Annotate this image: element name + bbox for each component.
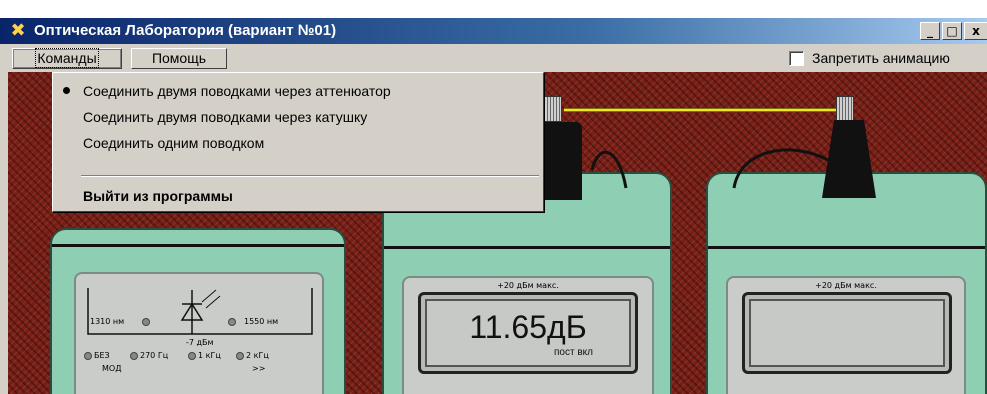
mode-label-1: 270 Гц <box>140 351 169 360</box>
mode-label-2: 1 кГц <box>198 351 221 360</box>
menu-item-connect-single[interactable]: Соединить одним поводком <box>83 134 264 152</box>
app-cross-icon: ✖ <box>10 20 26 41</box>
laser-diode-icon <box>180 289 221 334</box>
help-menu-button[interactable]: Помощь <box>131 48 227 69</box>
maximize-button[interactable]: □ <box>942 22 962 40</box>
commands-menu-label: Команды <box>35 48 99 68</box>
device-divider <box>52 244 344 247</box>
mode-label-3: 2 кГц <box>246 351 269 360</box>
meter-2-panel: +20 дБм макс. <box>726 276 966 394</box>
mode-led-3[interactable] <box>236 352 244 360</box>
source-panel: 1310 нм 1550 нм -7 дБм БЕЗ 270 Гц 1 кГц … <box>74 272 324 394</box>
window-title: Оптическая Лаборатория (вариант №01) <box>34 22 337 39</box>
disable-animation-checkbox[interactable] <box>789 51 804 66</box>
window-titlebar: ✖ Оптическая Лаборатория (вариант №01) _… <box>0 18 987 44</box>
optical-meter-device-2: +20 дБм макс. <box>706 172 987 394</box>
mode-led-1[interactable] <box>130 352 138 360</box>
meter-1-cable-loop <box>590 150 628 189</box>
optical-source-device: 1310 нм 1550 нм -7 дБм БЕЗ 270 Гц 1 кГц … <box>50 228 346 394</box>
menu-item-connect-coil[interactable]: Соединить двумя поводками через катушку <box>83 108 367 126</box>
wavelength-1550-led[interactable] <box>228 318 236 326</box>
menu-separator <box>81 175 539 177</box>
menu-bar: Команды Помощь Запретить анимацию <box>0 44 987 72</box>
commands-dropdown-menu: Соединить двумя поводками через аттенюат… <box>52 72 544 212</box>
meter-2-max-label: +20 дБм макс. <box>815 281 877 290</box>
meter-1-max-label: +20 дБм макс. <box>497 281 559 290</box>
source-power-label: -7 дБм <box>186 338 214 347</box>
device-divider <box>708 246 985 249</box>
close-button[interactable]: x <box>964 22 987 40</box>
menu-item-exit[interactable]: Выйти из программы <box>83 187 233 205</box>
fiber-patchcord[interactable] <box>564 108 836 112</box>
mode-led-0[interactable] <box>84 352 92 360</box>
meter-2-display-screen <box>749 299 945 367</box>
meter-2-display <box>742 292 952 374</box>
wavelength-1310-led[interactable] <box>142 318 150 326</box>
device-divider <box>384 246 670 249</box>
menu-item-connect-attenuator[interactable]: Соединить двумя поводками через аттенюат… <box>83 82 391 100</box>
meter-1-display: 11.65дБ пост вкл <box>418 292 638 374</box>
mode-led-2[interactable] <box>188 352 196 360</box>
meter-2-cable-loop <box>732 148 829 189</box>
wavelength-1310-label: 1310 нм <box>90 317 125 326</box>
wavelength-1550-label: 1550 нм <box>244 317 279 326</box>
meter-1-connector-nut[interactable] <box>544 96 562 122</box>
meter-1-mode: пост вкл <box>554 347 593 358</box>
meter-2-connector-nut[interactable] <box>836 96 854 122</box>
window-left-frame <box>0 72 8 394</box>
disable-animation-label: Запретить анимацию <box>812 50 950 66</box>
minimize-button[interactable]: _ <box>920 22 940 40</box>
selected-bullet-icon <box>63 87 70 94</box>
meter-1-reading: 11.65дБ <box>469 309 587 345</box>
mode-label-0: БЕЗ <box>94 351 110 360</box>
commands-menu-button[interactable]: Команды <box>12 48 122 69</box>
source-arrow-label: >> <box>252 364 266 373</box>
modulation-label: МОД <box>102 364 122 373</box>
meter-1-panel: +20 дБм макс. 11.65дБ пост вкл <box>402 276 654 394</box>
